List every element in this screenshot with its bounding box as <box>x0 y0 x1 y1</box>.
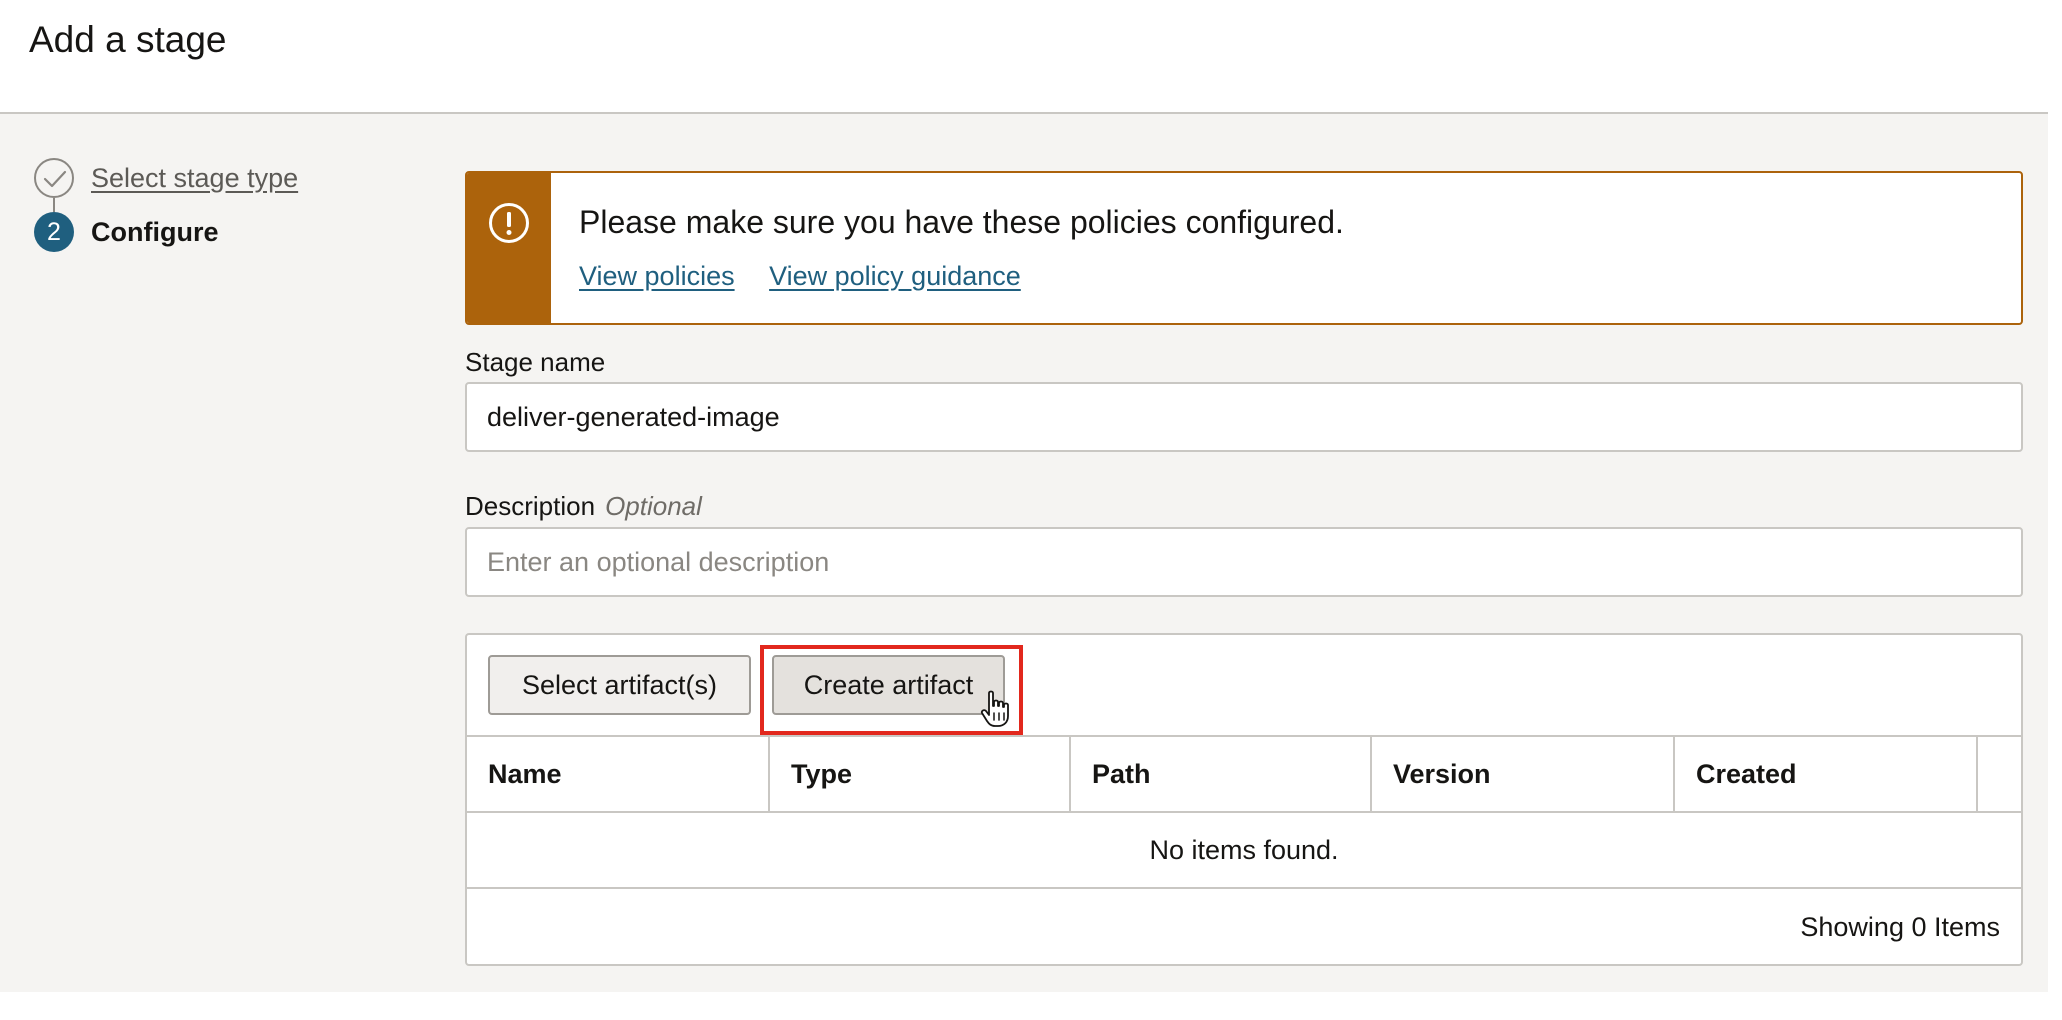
step-number-badge: 2 <box>34 212 74 252</box>
artifacts-toolbar: Select artifact(s) Create artifact <box>467 635 2021 737</box>
column-header-version[interactable]: Version <box>1372 737 1675 811</box>
exclamation-circle-icon <box>489 203 529 243</box>
view-policy-guidance-link[interactable]: View policy guidance <box>769 261 1021 291</box>
column-header-path[interactable]: Path <box>1071 737 1372 811</box>
hand-pointer-cursor-icon <box>980 690 1009 727</box>
optional-tag: Optional <box>605 491 702 521</box>
alert-icon-bar <box>467 173 551 323</box>
view-policies-link[interactable]: View policies <box>579 261 735 291</box>
table-item-count: Showing 0 Items <box>1800 912 2000 942</box>
page-title: Add a stage <box>29 19 227 60</box>
step-completed-check-icon <box>34 158 74 198</box>
column-header-created[interactable]: Created <box>1675 737 1978 811</box>
create-artifact-button[interactable]: Create artifact <box>772 655 1005 715</box>
alert-message: Please make sure you have these policies… <box>579 204 1344 240</box>
page-header: Add a stage <box>0 0 2048 114</box>
description-input[interactable] <box>465 527 2023 597</box>
table-header-row: Name Type Path Version Created <box>467 737 2021 813</box>
select-artifacts-button[interactable]: Select artifact(s) <box>488 655 751 715</box>
artifacts-table: Select artifact(s) Create artifact Name … <box>465 633 2023 966</box>
description-label: Description Optional <box>465 491 702 522</box>
step-label-select-stage-type[interactable]: Select stage type <box>91 163 298 194</box>
column-header-name[interactable]: Name <box>467 737 770 811</box>
empty-table-message: No items found. <box>467 813 2021 889</box>
description-label-text: Description <box>465 491 596 521</box>
stage-name-input[interactable] <box>465 382 2023 452</box>
alert-links: View policies View policy guidance <box>579 261 1048 292</box>
content-panel: Select stage type 2 Configure Please mak… <box>0 114 2048 992</box>
column-header-type[interactable]: Type <box>770 737 1071 811</box>
step-label-configure: Configure <box>91 217 219 247</box>
policy-warning-alert: Please make sure you have these policies… <box>465 171 2023 325</box>
step-connector <box>53 198 55 212</box>
stage-name-label: Stage name <box>465 347 606 377</box>
